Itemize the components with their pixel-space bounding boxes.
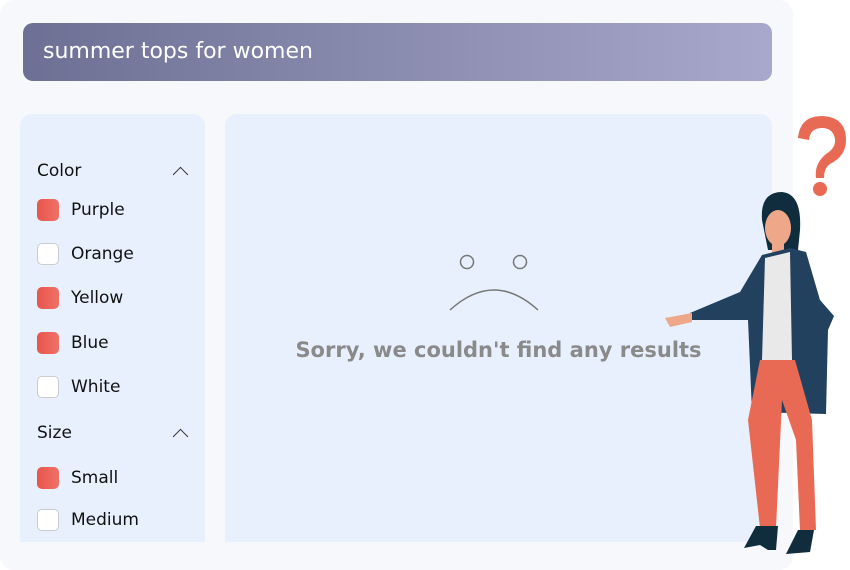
checkbox-blue[interactable]: Blue bbox=[37, 331, 109, 355]
chevron-up-icon[interactable] bbox=[172, 166, 189, 183]
checkbox-icon[interactable] bbox=[37, 199, 59, 221]
checkbox-icon[interactable] bbox=[37, 467, 59, 489]
checkbox-white[interactable]: White bbox=[37, 375, 120, 399]
chevron-up-icon[interactable] bbox=[172, 428, 189, 445]
checkbox-icon[interactable] bbox=[37, 332, 59, 354]
checkbox-icon[interactable] bbox=[37, 287, 59, 309]
filter-header-color[interactable]: Color bbox=[37, 161, 81, 181]
option-label: Orange bbox=[71, 244, 134, 264]
checkbox-icon[interactable] bbox=[37, 376, 59, 398]
filter-sidebar: Color Purple Orange Yellow Blue White Si… bbox=[20, 114, 205, 542]
confused-woman-illustration bbox=[665, 116, 846, 554]
checkbox-small[interactable]: Small bbox=[37, 466, 118, 490]
option-label: Medium bbox=[71, 510, 139, 530]
checkbox-yellow[interactable]: Yellow bbox=[37, 286, 123, 310]
search-input[interactable]: summer tops for women bbox=[23, 23, 772, 81]
option-label: Yellow bbox=[71, 288, 124, 308]
option-label: White bbox=[71, 377, 121, 397]
checkbox-medium[interactable]: Medium bbox=[37, 508, 139, 532]
checkbox-icon[interactable] bbox=[37, 243, 59, 265]
checkbox-purple[interactable]: Purple bbox=[37, 198, 125, 222]
checkbox-orange[interactable]: Orange bbox=[37, 242, 134, 266]
option-label: Purple bbox=[71, 200, 125, 220]
option-label: Blue bbox=[71, 333, 109, 353]
filter-header-size[interactable]: Size bbox=[37, 423, 72, 443]
sad-face-icon bbox=[449, 254, 539, 311]
question-mark-icon bbox=[798, 116, 846, 178]
checkbox-icon[interactable] bbox=[37, 509, 59, 531]
option-label: Small bbox=[71, 468, 119, 488]
